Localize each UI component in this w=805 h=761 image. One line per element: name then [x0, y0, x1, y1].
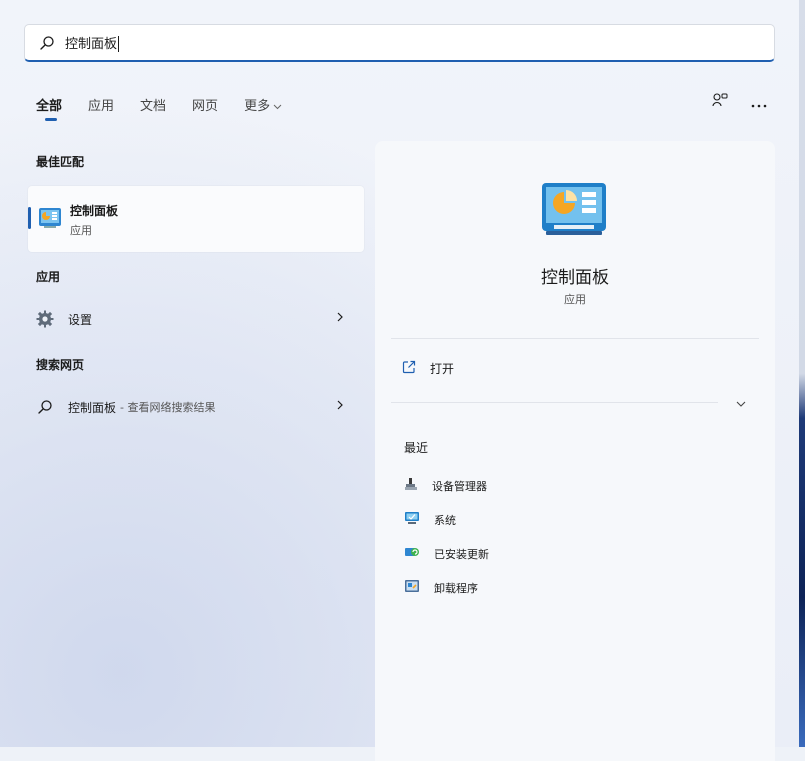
control-panel-icon	[38, 207, 62, 233]
divider	[391, 402, 718, 403]
tab-more[interactable]: 更多	[244, 95, 282, 114]
detail-subtitle: 应用	[564, 293, 586, 306]
chevron-right-icon[interactable]	[336, 399, 344, 414]
text-caret	[118, 36, 120, 53]
uninstall-icon	[404, 579, 420, 596]
active-tab-indicator	[45, 118, 57, 121]
chevron-down-icon[interactable]	[735, 393, 747, 412]
recent-item-device-manager[interactable]: 设备管理器	[404, 477, 487, 494]
settings-gear-icon	[36, 310, 54, 328]
recent-item-label: 已安装更新	[434, 547, 489, 561]
search-icon	[36, 398, 54, 416]
web-search-result[interactable]: 控制面板 - 查看网络搜索结果	[36, 396, 352, 418]
search-input[interactable]: 控制面板	[65, 33, 120, 53]
recent-item-system[interactable]: 系统	[404, 511, 456, 528]
recent-item-uninstall[interactable]: 卸载程序	[404, 579, 478, 596]
recent-item-label: 设备管理器	[432, 479, 487, 493]
open-label: 打开	[430, 362, 455, 376]
tab-apps[interactable]: 应用	[88, 95, 114, 114]
recent-heading: 最近	[404, 441, 429, 455]
header-actions	[711, 92, 767, 114]
app-result-label: 设置	[68, 312, 93, 327]
web-result-query: 控制面板	[68, 400, 117, 415]
tab-web[interactable]: 网页	[192, 95, 218, 114]
best-match-subtitle: 应用	[70, 224, 92, 237]
web-search-heading: 搜索网页	[36, 358, 85, 372]
detail-panel: 控制面板 应用 打开 最近 设备管理器 系统 已安装更新 卸载程序	[375, 141, 775, 761]
best-match-title: 控制面板	[70, 204, 119, 218]
recent-item-label: 卸载程序	[434, 581, 478, 595]
system-icon	[404, 511, 420, 528]
detail-title: 控制面板	[541, 268, 609, 288]
best-match-heading: 最佳匹配	[36, 155, 85, 169]
selection-indicator	[28, 207, 31, 229]
installed-updates-icon	[404, 545, 420, 562]
divider	[391, 338, 759, 339]
search-icon	[39, 35, 55, 51]
desktop-edge	[799, 0, 805, 747]
tab-documents[interactable]: 文档	[140, 95, 166, 114]
filter-tabs: 全部 应用 文档 网页 更多	[36, 95, 308, 121]
device-manager-icon	[404, 477, 418, 494]
account-switch-icon[interactable]	[711, 92, 729, 114]
search-box[interactable]: 控制面板	[24, 24, 775, 62]
recent-item-label: 系统	[434, 513, 456, 527]
apps-heading: 应用	[36, 270, 61, 284]
control-panel-large-icon	[540, 181, 608, 241]
chevron-right-icon[interactable]	[336, 311, 344, 326]
recent-item-installed-updates[interactable]: 已安装更新	[404, 545, 489, 562]
open-button[interactable]: 打开	[402, 360, 454, 377]
chevron-down-icon	[273, 99, 282, 114]
best-match-item[interactable]: 控制面板 应用	[28, 186, 364, 252]
tab-all[interactable]: 全部	[36, 95, 62, 121]
app-result-settings[interactable]: 设置	[36, 308, 352, 330]
open-external-icon	[402, 360, 416, 377]
more-options-icon[interactable]	[751, 94, 767, 113]
web-result-suffix: - 查看网络搜索结果	[120, 401, 216, 414]
